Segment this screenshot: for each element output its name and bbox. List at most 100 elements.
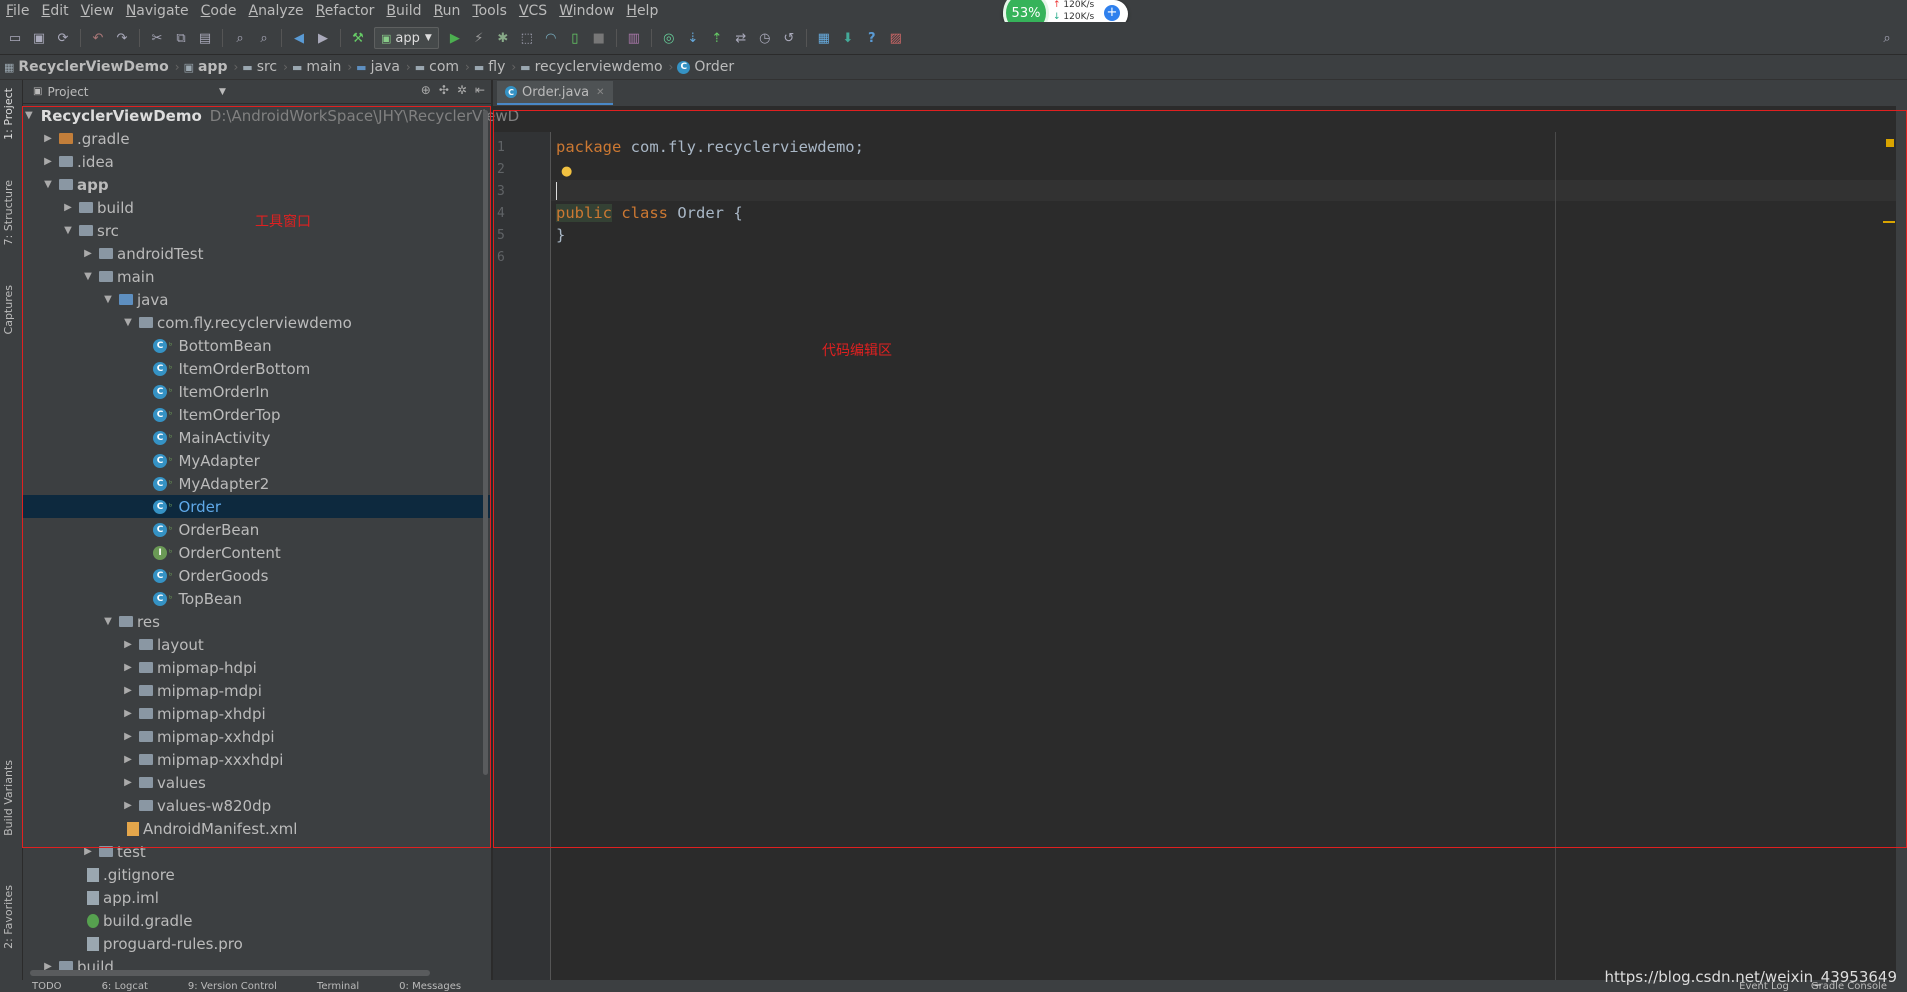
close-icon[interactable]: ✕ [596,87,604,98]
lightbulb-icon[interactable]: ● [561,164,572,179]
tree-item[interactable]: ▶ layout [23,633,491,656]
breadcrumb-main[interactable]: ▬ main [288,59,347,75]
menu-analyze[interactable]: Analyze [242,0,309,22]
chevron-right-icon[interactable]: ▶ [41,133,55,144]
undo-icon[interactable]: ↶ [89,29,107,47]
project-horizontal-scrollbar[interactable] [30,970,430,976]
chevron-right-icon[interactable]: ▶ [121,754,135,765]
tree-item[interactable]: ▼ main [23,265,491,288]
chevron-down-icon[interactable]: ▼ [219,87,226,97]
tree-item[interactable]: Cᵇ TopBean [23,587,491,610]
menu-help[interactable]: Help [620,0,664,22]
tab-order-java[interactable]: C Order.java ✕ [497,81,613,105]
tab-terminal[interactable]: Terminal [317,981,359,992]
tab-build-variants[interactable]: Build Variants [2,760,15,836]
paste-icon[interactable]: ▤ [196,29,214,47]
avd-manager-icon[interactable]: ▥ [625,29,643,47]
attach-debugger-icon[interactable]: ⬚ [518,29,536,47]
open-folder-icon[interactable]: ▭ [6,29,24,47]
search-icon[interactable]: ⌕ [1878,29,1896,47]
tree-item[interactable]: ▶ values [23,771,491,794]
tab-captures[interactable]: Captures [2,285,15,334]
tree-item[interactable]: Cᵇ MainActivity [23,426,491,449]
tree-item[interactable]: proguard-rules.pro [23,932,491,955]
sync-gradle-icon[interactable]: ◎ [660,29,678,47]
hide-panel-icon[interactable]: ⇤ [475,83,485,97]
breadcrumb-java[interactable]: ▬ java [352,59,406,75]
chevron-right-icon[interactable]: ▶ [121,639,135,650]
tab-favorites[interactable]: 2: Favorites [2,885,15,949]
gear-icon[interactable]: ✲ [457,83,467,97]
breadcrumb-com[interactable]: ▬ com [411,59,465,75]
breadcrumb-app[interactable]: ▣ app [180,59,234,75]
chevron-right-icon[interactable]: ▶ [121,708,135,719]
plus-icon[interactable]: + [1104,5,1120,21]
tree-item[interactable]: ▶ mipmap-xxhdpi [23,725,491,748]
chevron-right-icon[interactable]: ▶ [121,800,135,811]
inspection-status-icon[interactable] [1886,139,1894,147]
menu-refactor[interactable]: Refactor [310,0,381,22]
chevron-down-icon[interactable]: ▼ [61,225,75,236]
tree-item[interactable]: Cᵇ OrderBean [23,518,491,541]
tab-logcat[interactable]: 6: Logcat [102,981,148,992]
menu-tools[interactable]: Tools [466,0,513,22]
tree-item[interactable]: ▶ .idea [23,150,491,173]
save-all-icon[interactable]: ▣ [30,29,48,47]
breadcrumb-project[interactable]: ▦ RecyclerViewDemo [0,59,175,75]
chevron-down-icon[interactable]: ▼ [101,294,115,305]
debug-icon[interactable]: ✱ [494,29,512,47]
warning-marker[interactable] [1883,221,1895,223]
tree-item[interactable]: Cᵇ ItemOrderBottom [23,357,491,380]
run-config-select[interactable]: ▣ app ▼ [374,27,439,49]
tree-item[interactable]: ▶ .gradle [23,127,491,150]
chevron-down-icon[interactable]: ▼ [41,179,55,190]
forward-icon[interactable]: ▶ [314,29,332,47]
tree-item[interactable]: Cᵇ MyAdapter [23,449,491,472]
stop-icon[interactable]: ■ [590,29,608,47]
sync-icon[interactable]: ⟳ [54,29,72,47]
code-editor[interactable]: package com.fly.recyclerviewdemo; ● publ… [551,132,1896,980]
vcs-commit-icon[interactable]: ⇡ [708,29,726,47]
tree-item[interactable]: Iᵇ OrderContent [23,541,491,564]
chevron-down-icon[interactable]: ▼ [121,317,135,328]
tree-item[interactable]: ▶ mipmap-xhdpi [23,702,491,725]
make-project-icon[interactable]: ⚒ [349,29,367,47]
project-view-label[interactable]: Project [47,85,88,99]
breadcrumb-recyclerviewdemo[interactable]: ▬ recyclerviewdemo [516,59,668,75]
help-icon[interactable]: ? [863,29,881,47]
chevron-right-icon[interactable]: ▶ [81,248,95,259]
android-device-monitor-icon[interactable]: ▨ [887,29,905,47]
tree-item[interactable]: ▼ res [23,610,491,633]
tree-item[interactable]: AndroidManifest.xml [23,817,491,840]
vcs-update-icon[interactable]: ⇣ [684,29,702,47]
tree-item[interactable]: Cᵇ MyAdapter2 [23,472,491,495]
chevron-right-icon[interactable]: ▶ [121,731,135,742]
breadcrumb-fly[interactable]: ▬ fly [470,59,512,75]
menu-file[interactable]: File [0,0,35,22]
menu-window[interactable]: Window [553,0,620,22]
chevron-right-icon[interactable]: ▶ [121,662,135,673]
redo-icon[interactable]: ↷ [113,29,131,47]
tree-item[interactable]: ▶ mipmap-mdpi [23,679,491,702]
tree-item[interactable]: ▶ values-w820dp [23,794,491,817]
tree-item-selected[interactable]: Cᵇ Order [23,495,491,518]
tree-item[interactable]: Cᵇ BottomBean [23,334,491,357]
apply-changes-icon[interactable]: ⚡ [470,29,488,47]
breadcrumb-src[interactable]: ▬ src [238,59,283,75]
vcs-history-icon[interactable]: ◷ [756,29,774,47]
coverage-icon[interactable]: ▯ [566,29,584,47]
menu-view[interactable]: View [75,0,120,22]
tree-item[interactable]: build.gradle [23,909,491,932]
tab-structure[interactable]: 7: Structure [2,180,15,245]
chevron-down-icon[interactable]: ▼ [25,110,33,121]
chevron-down-icon[interactable]: ▼ [101,616,115,627]
find-icon[interactable]: ⌕ [231,29,249,47]
chevron-down-icon[interactable]: ▼ [81,271,95,282]
tree-item[interactable]: ▼ app [23,173,491,196]
scroll-from-source-icon[interactable]: ⊕ [421,83,431,97]
project-vertical-scrollbar[interactable] [483,110,488,775]
menu-edit[interactable]: Edit [35,0,74,22]
menu-code[interactable]: Code [195,0,243,22]
tab-todo[interactable]: TODO [32,981,62,992]
project-structure-icon[interactable]: ▦ [815,29,833,47]
